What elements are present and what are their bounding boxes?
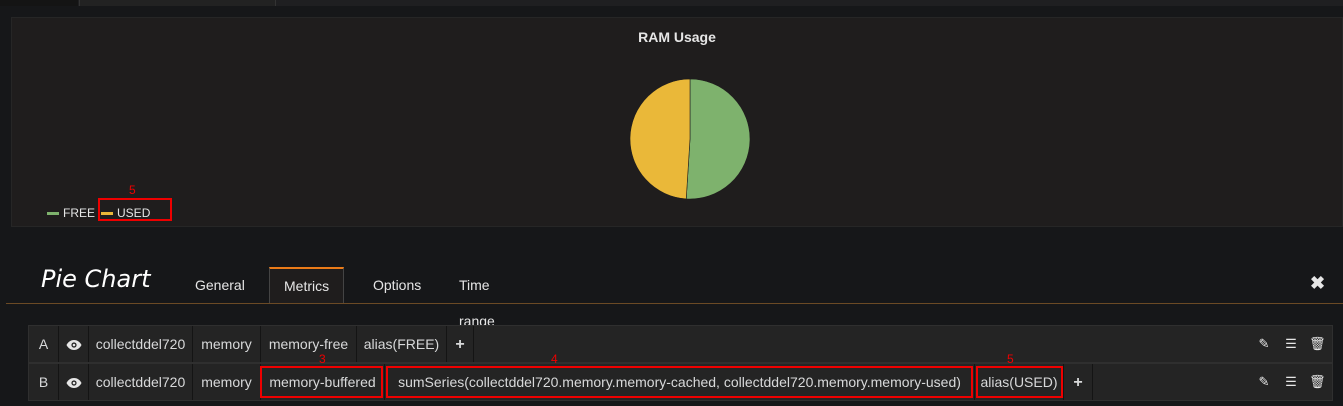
metric-segment-plugin[interactable]: memory <box>193 364 261 400</box>
chart-legend: FREE USED <box>47 206 156 220</box>
pencil-icon[interactable]: ✎ <box>1256 374 1272 390</box>
pie-slice-used[interactable] <box>629 78 691 200</box>
ram-usage-panel: RAM Usage FREE USED <box>11 17 1343 227</box>
hamburger-menu-icon[interactable]: ☰ <box>1283 336 1299 352</box>
editor-divider <box>6 303 1343 304</box>
pencil-icon[interactable]: ✎ <box>1256 336 1272 352</box>
panel-title[interactable]: RAM Usage <box>12 29 1342 45</box>
tab-metrics[interactable]: Metrics <box>269 267 345 304</box>
top-tab-left[interactable] <box>0 0 78 6</box>
metric-segment-host[interactable]: collectddel720 <box>89 326 193 362</box>
function-sum-series[interactable]: sumSeries(collectddel720.memory.memory-c… <box>385 364 975 400</box>
add-function-button[interactable]: + <box>447 326 474 362</box>
trash-icon[interactable]: 🗑 <box>1309 336 1326 352</box>
query-row-a: A collectddel720 memory memory-free alia… <box>28 325 1333 363</box>
close-icon[interactable]: ✖ <box>1310 273 1325 294</box>
annotation-number-alias-used: 5 <box>1007 352 1014 366</box>
metric-segment-host[interactable]: collectddel720 <box>89 364 193 400</box>
query-ref-letter[interactable]: A <box>29 326 59 362</box>
top-tab-middle[interactable] <box>79 0 276 6</box>
pie-slice-free[interactable] <box>685 78 751 200</box>
eye-icon <box>66 340 81 351</box>
plus-icon: + <box>1073 374 1083 391</box>
trash-icon[interactable]: 🗑 <box>1309 374 1326 390</box>
toggle-visibility-button[interactable] <box>59 364 89 400</box>
tab-options[interactable]: Options <box>359 267 435 303</box>
tab-general[interactable]: General <box>181 267 259 303</box>
legend-item-used[interactable]: USED <box>101 206 150 220</box>
annotation-number-buffered: 3 <box>319 352 326 366</box>
plus-icon: + <box>455 336 465 353</box>
pie-chart <box>629 78 751 200</box>
metric-segment-type[interactable]: memory-free <box>261 326 357 362</box>
hamburger-menu-icon[interactable]: ☰ <box>1283 374 1299 390</box>
query-ref-letter[interactable]: B <box>29 364 59 400</box>
legend-item-free[interactable]: FREE <box>47 206 95 220</box>
annotation-number-legend: 5 <box>129 183 136 197</box>
panel-editor-header: Pie Chart General Metrics Options Time r… <box>6 265 1343 329</box>
add-function-button[interactable]: + <box>1064 364 1093 400</box>
toggle-visibility-button[interactable] <box>59 326 89 362</box>
legend-label-free: FREE <box>63 206 96 220</box>
eye-icon <box>66 378 81 389</box>
editor-title: Pie Chart <box>41 265 151 293</box>
metric-segment-plugin[interactable]: memory <box>193 326 261 362</box>
function-alias[interactable]: alias(FREE) <box>357 326 447 362</box>
top-nav-bar <box>0 0 1343 6</box>
legend-swatch-used <box>101 211 114 215</box>
function-alias[interactable]: alias(USED) <box>975 364 1064 400</box>
legend-label-used: USED <box>117 206 151 220</box>
metric-segment-type[interactable]: memory-buffered <box>261 364 385 400</box>
tab-time-range[interactable]: Time range <box>445 267 509 329</box>
query-row-b: B collectddel720 memory memory-buffered … <box>28 363 1333 401</box>
annotation-number-sum: 4 <box>551 352 558 366</box>
legend-swatch-free <box>47 211 59 215</box>
